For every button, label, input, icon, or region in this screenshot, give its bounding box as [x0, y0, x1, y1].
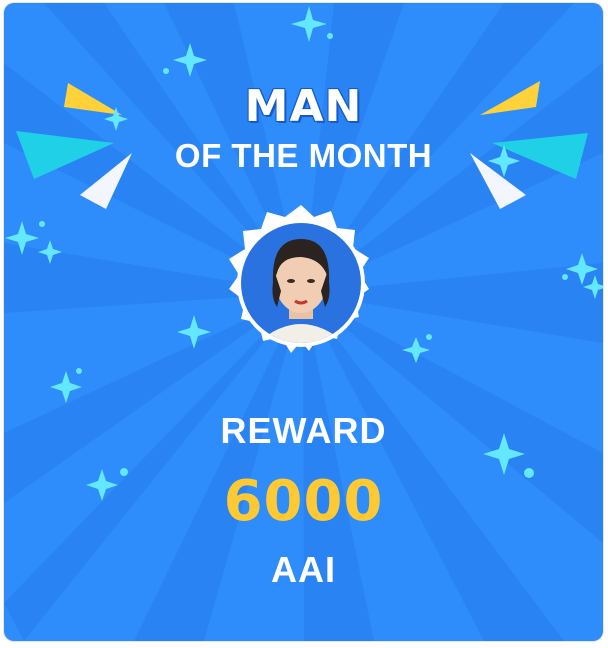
- title-of-the-month: OF THE MONTH: [174, 137, 433, 174]
- sparkle-dot: [76, 368, 82, 374]
- reward-unit: AAI: [271, 549, 336, 590]
- sparkle-dot: [426, 334, 432, 340]
- sparkle-icon: [50, 371, 82, 403]
- sparkle-dot: [39, 221, 45, 227]
- reward-label: REWARD: [220, 410, 387, 451]
- award-card: MAN OF THE MONTH REWARD 6000 AAI: [4, 3, 603, 641]
- sparkle-dot: [327, 33, 333, 39]
- avatar-badge: [229, 205, 369, 353]
- sparkle-icon: [291, 6, 327, 42]
- reward-amount: 6000: [223, 469, 384, 534]
- sparkle-dot: [163, 68, 169, 74]
- title-man: MAN: [244, 81, 363, 132]
- sparkle-dot: [562, 274, 568, 280]
